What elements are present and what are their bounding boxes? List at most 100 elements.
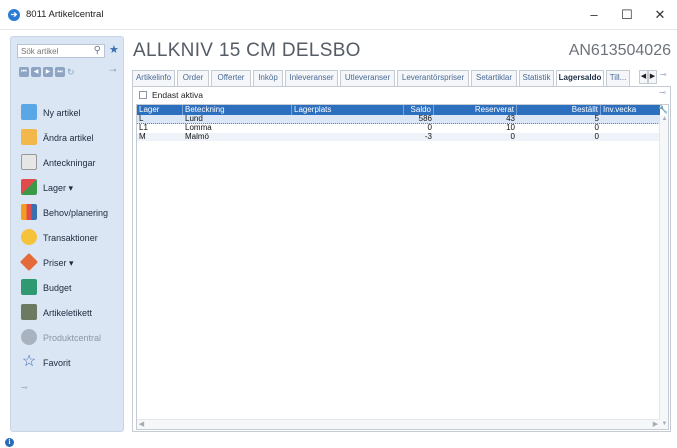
cell-saldo: 0	[427, 123, 432, 132]
cell-inv-vecka	[601, 124, 660, 132]
cell-reserverat: 10	[506, 123, 515, 132]
tab-artikelinfo[interactable]: Artikelinfo	[132, 70, 175, 86]
label-icon	[21, 304, 37, 320]
column-header-lagerplats[interactable]: Lagerplats	[292, 105, 404, 115]
minimize-button[interactable]: –	[579, 6, 609, 24]
sidebar-item-label: Ändra artikel	[43, 133, 94, 143]
sidebar-item-anteckningar[interactable]: Anteckningar	[21, 153, 121, 173]
cell-beteckning: Malmö	[185, 131, 210, 141]
cell-saldo: -3	[424, 131, 432, 141]
previous-record-icon[interactable]: ◀	[31, 67, 41, 77]
product-title: ALLKNIV 15 CM DELSBO	[133, 40, 361, 61]
column-settings-wrench-icon[interactable]: 🔧	[658, 105, 668, 115]
column-header-inv-vecka[interactable]: Inv.vecka	[601, 105, 660, 115]
cell-bestallt: 5	[594, 114, 599, 123]
tab-offerter[interactable]: Offerter	[211, 70, 251, 86]
panel-pin-icon[interactable]: ⊸	[659, 88, 666, 97]
sidebar-more-icon[interactable]: ⊸	[21, 383, 28, 392]
column-header-lager[interactable]: Lager	[137, 105, 183, 115]
table-row[interactable]: L1 Lomma 0 10 0	[137, 124, 660, 133]
status-bar: i	[0, 437, 677, 448]
cell-lagerplats	[292, 115, 404, 123]
column-header-reserverat[interactable]: Reserverat	[434, 105, 517, 115]
table-header: Lager Beteckning Lagerplats Saldo Reserv…	[137, 105, 660, 115]
sidebar-item-behov-planering[interactable]: Behov/planering	[21, 203, 121, 223]
tab-order[interactable]: Order	[177, 70, 209, 86]
cell-lager: M	[139, 131, 146, 141]
cell-lager: L	[139, 114, 144, 123]
tab-inkop[interactable]: Inköp	[253, 70, 283, 86]
cell-lager: L1	[139, 123, 148, 132]
cell-bestallt: 0	[594, 131, 599, 141]
first-record-icon[interactable]: ⏮	[19, 67, 29, 77]
sidebar-item-label: Anteckningar	[43, 158, 96, 168]
sidebar-item-transaktioner[interactable]: Transaktioner	[21, 228, 121, 248]
scroll-down-icon[interactable]: ▼	[660, 420, 669, 429]
sidebar-item-favorit[interactable]: ☆ Favorit	[21, 353, 121, 373]
sidebar-item-label: Transaktioner	[43, 233, 98, 243]
window-title: 8011 Artikelcentral	[26, 9, 104, 20]
stock-table: Lager Beteckning Lagerplats Saldo Reserv…	[136, 104, 669, 430]
tab-leverantorspriser[interactable]: Leverantörspriser	[397, 70, 469, 86]
new-article-icon	[21, 104, 37, 120]
search-icon[interactable]: ⚲	[94, 45, 101, 56]
tab-setartiklar[interactable]: Setartiklar	[471, 70, 517, 86]
sidebar-item-produktcentral[interactable]: Produktcentral	[21, 328, 121, 348]
tab-inleveranser[interactable]: Inleveranser	[285, 70, 338, 86]
sidebar-item-artikeletikett[interactable]: Artikeletikett	[21, 303, 121, 323]
stock-balance-panel: Endast aktiva ⊸ Lager Beteckning Lagerpl…	[132, 86, 671, 432]
scroll-up-icon[interactable]: ▲	[660, 115, 669, 124]
pin-icon[interactable]: ⊸	[109, 65, 117, 76]
sidebar-item-budget[interactable]: Budget	[21, 278, 121, 298]
cell-inv-vecka	[601, 115, 660, 123]
table-row[interactable]: L Lund 586 43 5	[137, 115, 660, 124]
scroll-right-icon[interactable]: ▶	[651, 420, 660, 429]
refresh-icon[interactable]: ↻	[67, 67, 77, 77]
sidebar-item-priser[interactable]: Priser ▾	[19, 252, 121, 273]
horizontal-scrollbar[interactable]: ◀ ▶	[137, 419, 660, 429]
tab-utleveranser[interactable]: Utleveranser	[340, 70, 395, 86]
tab-statistik[interactable]: Statistik	[519, 70, 554, 86]
edit-article-icon	[21, 129, 37, 145]
title-bar: ➔ 8011 Artikelcentral – ☐ ✕	[0, 0, 677, 30]
info-icon[interactable]: i	[5, 438, 14, 447]
sidebar-item-label: Budget	[43, 283, 72, 293]
sidebar-item-andra-artikel[interactable]: Ändra artikel	[21, 128, 121, 148]
sidebar-item-label: Artikeletikett	[43, 308, 93, 318]
cell-inv-vecka	[601, 133, 660, 141]
sidebar-item-label: Behov/planering	[43, 208, 109, 218]
product-code: AN613504026	[568, 42, 671, 59]
cell-saldo: 586	[418, 114, 432, 123]
sidebar-item-label: Produktcentral	[43, 333, 102, 343]
sidebar-item-label: Priser ▾	[43, 258, 74, 268]
active-only-checkbox[interactable]	[139, 91, 147, 99]
cell-lagerplats	[292, 133, 404, 141]
sidebar-item-lager[interactable]: Lager ▾	[21, 178, 121, 198]
sidebar-item-label: Lager ▾	[43, 183, 74, 193]
favorite-star-icon[interactable]: ★	[109, 43, 119, 56]
sidebar: ⚲ ★ ⏮◀▶⏭↻ ⊸ Ny artikel Ändra artikel Ant…	[10, 36, 124, 432]
table-row[interactable]: M Malmö -3 0 0	[137, 131, 660, 141]
tab-lagersaldo[interactable]: Lagersaldo	[556, 70, 604, 87]
tab-pin-icon[interactable]: ⊸	[660, 70, 667, 79]
tab-till[interactable]: Till...	[606, 70, 630, 86]
next-record-icon[interactable]: ▶	[43, 67, 53, 77]
cell-bestallt: 0	[594, 123, 599, 132]
close-button[interactable]: ✕	[645, 6, 675, 24]
app-logo-icon: ➔	[8, 9, 20, 21]
tab-scroll-right-icon[interactable]: ▶	[648, 70, 657, 84]
cell-reserverat: 0	[510, 131, 515, 141]
stock-icon	[21, 179, 37, 195]
last-record-icon[interactable]: ⏭	[55, 67, 65, 77]
scroll-left-icon[interactable]: ◀	[137, 420, 146, 429]
transactions-icon	[21, 229, 37, 245]
vertical-scrollbar[interactable]: ▲ ▼	[659, 115, 668, 429]
search-box[interactable]: ⚲	[17, 44, 105, 58]
column-header-bestallt[interactable]: Beställt	[517, 105, 601, 115]
tab-scroll-left-icon[interactable]: ◀	[639, 70, 648, 84]
star-outline-icon: ☆	[21, 353, 37, 370]
sidebar-item-ny-artikel[interactable]: Ny artikel	[21, 103, 121, 123]
maximize-button[interactable]: ☐	[612, 6, 642, 24]
search-input[interactable]	[18, 45, 84, 57]
cell-reserverat: 43	[506, 114, 515, 123]
